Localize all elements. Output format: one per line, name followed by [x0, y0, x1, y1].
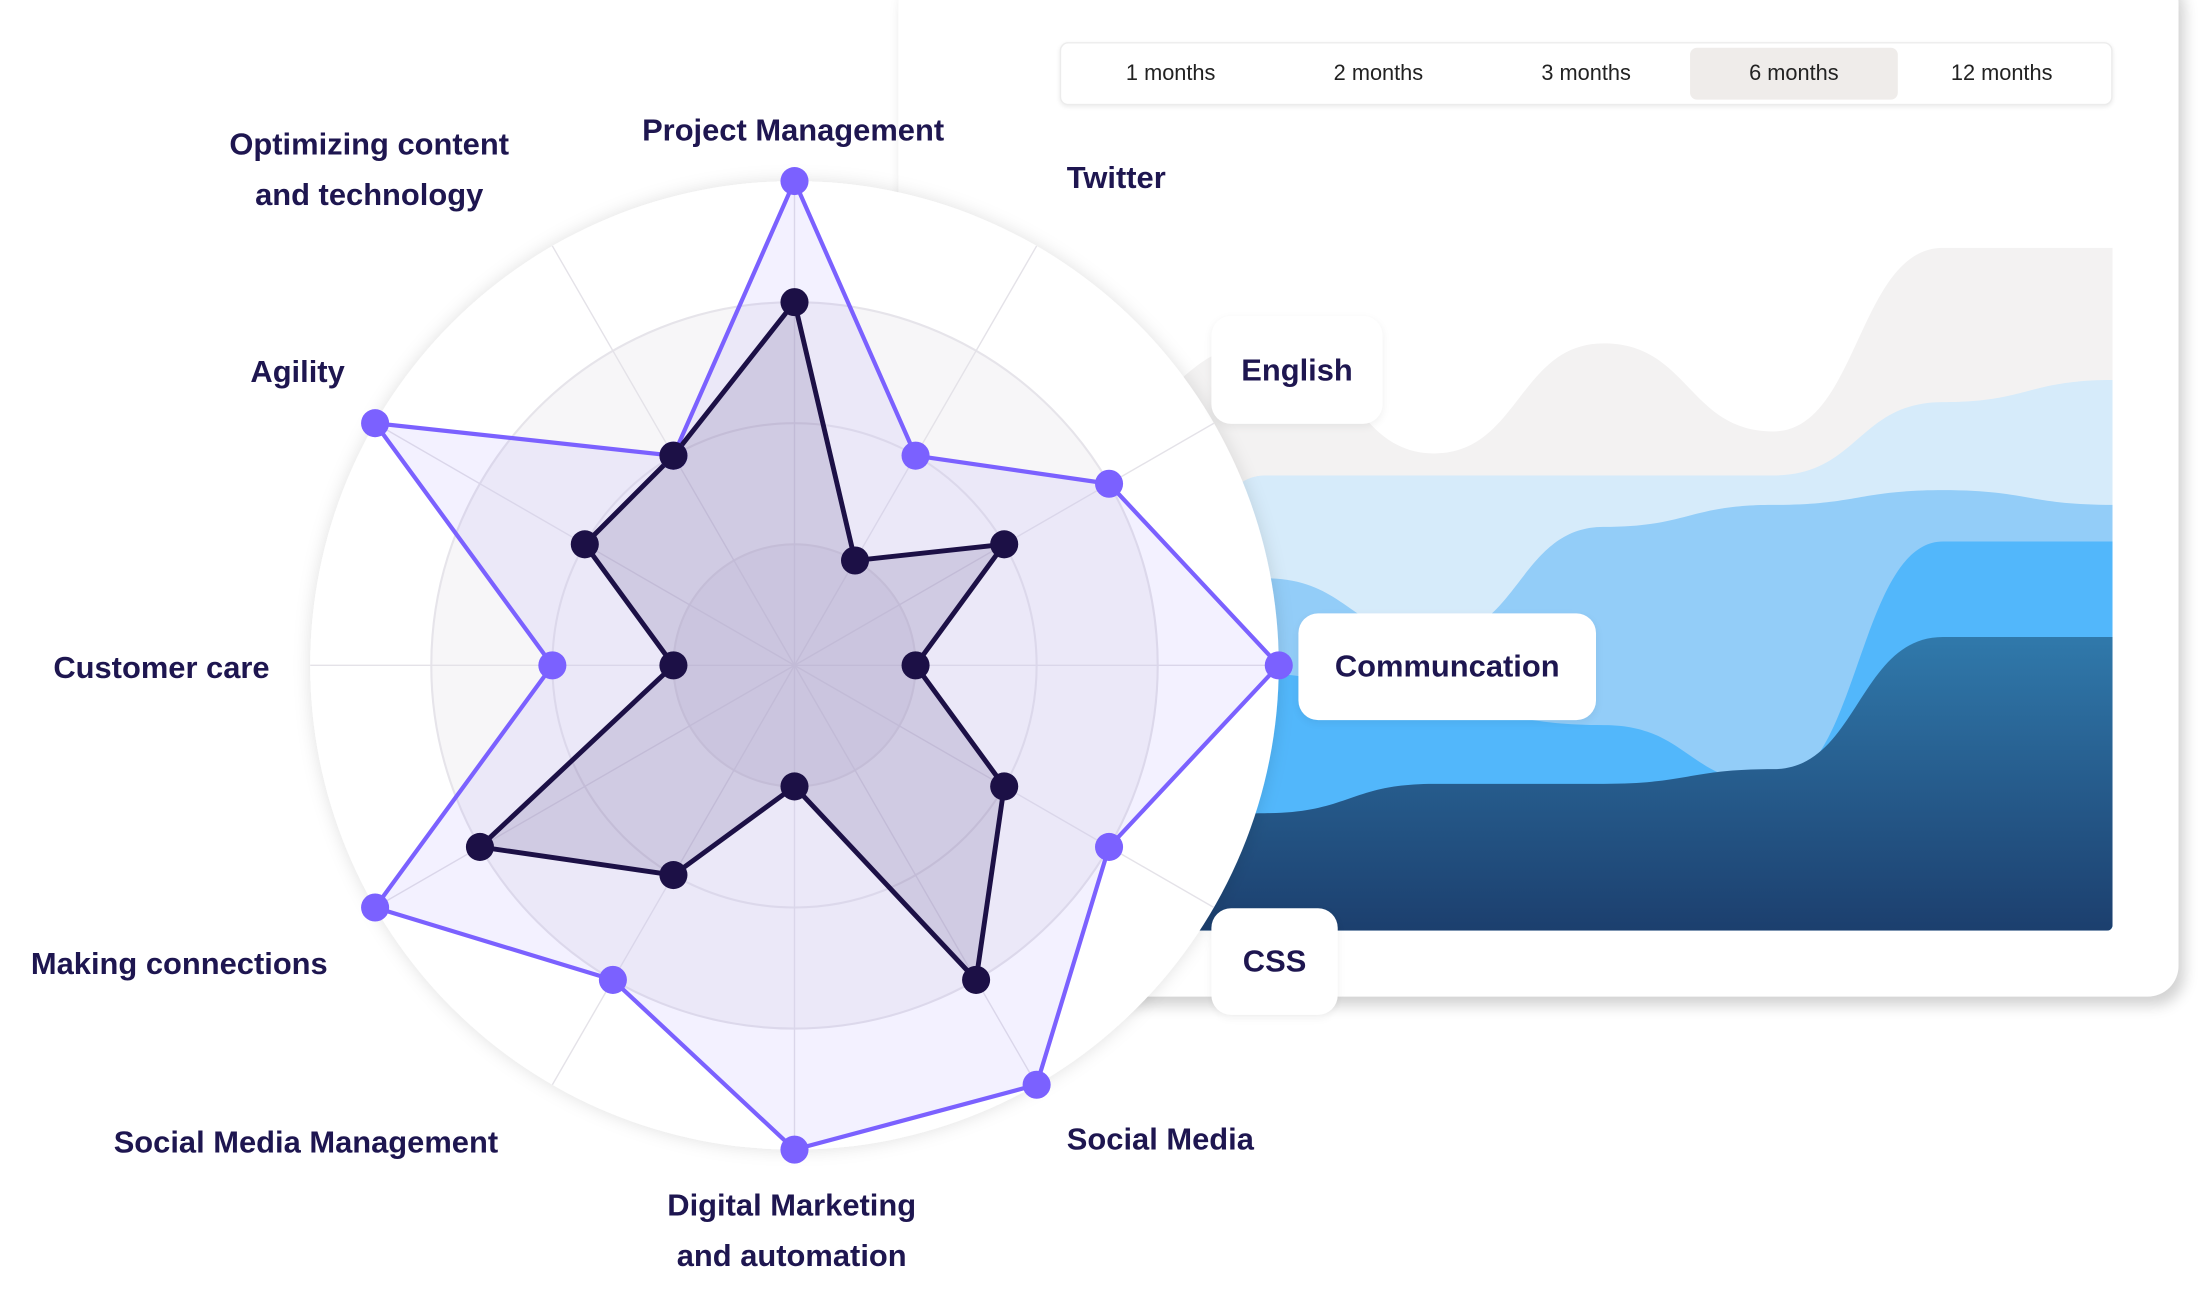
axis-label-box: CSS: [1211, 908, 1338, 1015]
radar-point: [780, 1135, 809, 1164]
axis-label: Project Management: [642, 112, 945, 148]
radar-point: [1264, 651, 1293, 680]
radar-point: [659, 861, 688, 890]
radar-point: [1022, 1070, 1051, 1099]
radar-point: [598, 965, 627, 994]
axis-label: Making connections: [30, 946, 328, 982]
axis-label: Social Media: [1066, 1121, 1254, 1157]
radar-point: [962, 965, 991, 994]
radar-point: [1095, 832, 1124, 861]
axis-label: Optimizing content: [229, 126, 509, 162]
radar-point: [465, 832, 494, 861]
axis-label: and automation: [676, 1238, 907, 1274]
radar-point: [901, 651, 930, 680]
axis-label: Agility: [250, 353, 345, 389]
axis-label: Customer care: [53, 649, 270, 686]
radar-point: [901, 441, 930, 470]
axis-label-box: English: [1211, 315, 1383, 424]
radar-point: [659, 441, 688, 470]
radar-point: [570, 530, 599, 559]
axis-label: and technology: [255, 176, 484, 212]
radar-point: [990, 772, 1019, 801]
radar-point: [840, 546, 870, 575]
axis-label: Digital Marketing: [667, 1187, 917, 1223]
radar-point: [361, 893, 390, 922]
radar-point: [1095, 469, 1124, 498]
radar-point: [780, 288, 809, 317]
axis-label-box: Communcation: [1298, 613, 1597, 721]
radar-point: [538, 651, 567, 680]
radar-point: [780, 167, 809, 196]
radar-point: [361, 409, 390, 438]
radar-point: [659, 651, 688, 680]
axis-label: Social Media Management: [113, 1124, 499, 1160]
radar-point: [780, 772, 809, 801]
radar-point: [990, 530, 1019, 559]
